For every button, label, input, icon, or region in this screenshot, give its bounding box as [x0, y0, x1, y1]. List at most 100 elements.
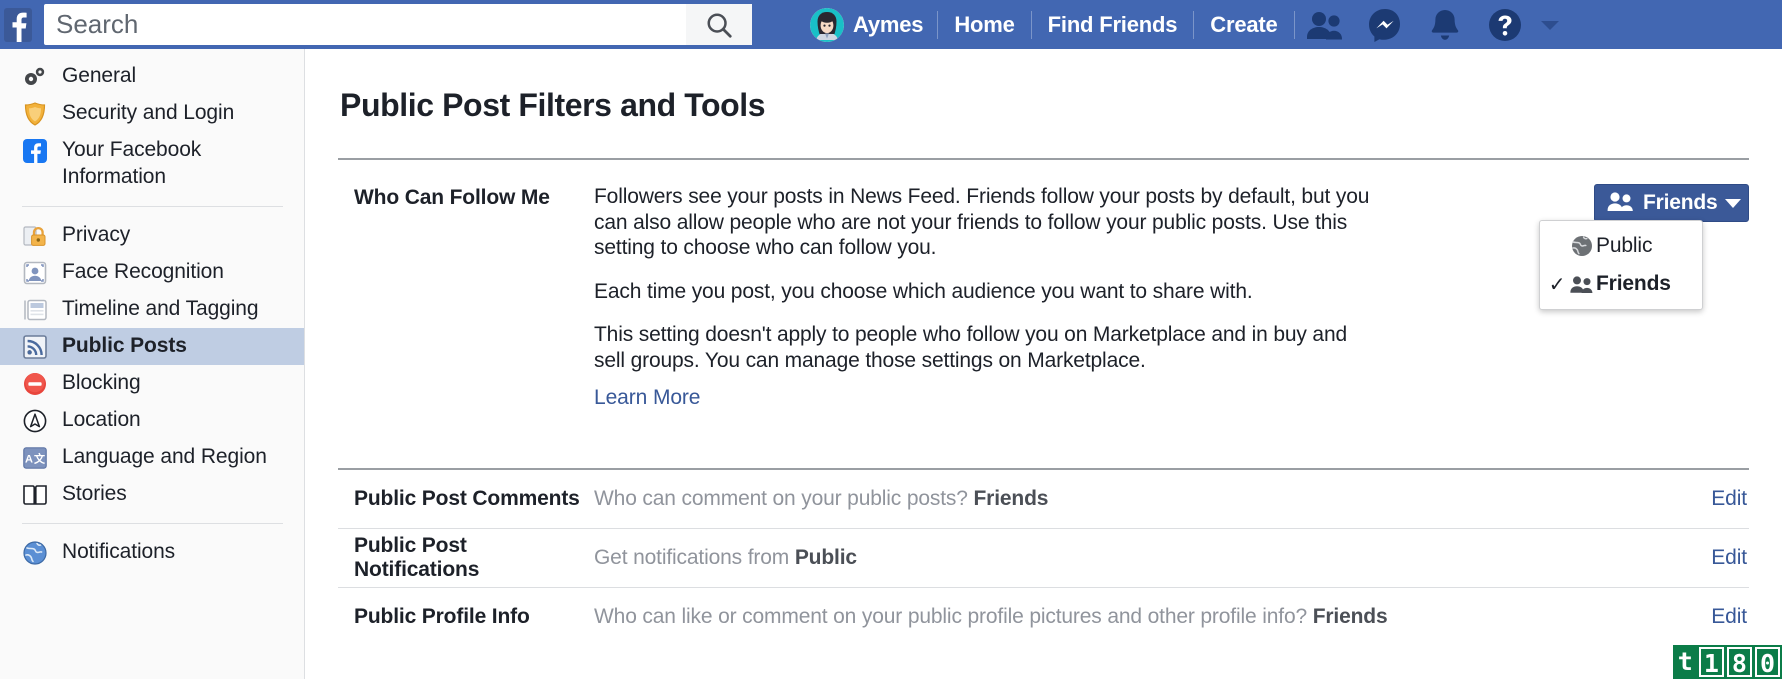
account-caret-icon: [1540, 18, 1560, 32]
account-menu-button[interactable]: [1535, 4, 1565, 45]
follow-paragraph-1: Followers see your posts in News Feed. F…: [594, 184, 1374, 261]
friends-icon: [1607, 191, 1635, 216]
sidebar-item-location-label: Location: [62, 407, 141, 434]
page-body: General Security and Login Your Facebook…: [0, 49, 1782, 679]
svg-text:A: A: [25, 453, 33, 465]
translate-icon: A 文: [22, 445, 48, 471]
audience-dropdown-menu: Public ✓ Friends: [1539, 220, 1703, 310]
help-question-icon: [1488, 8, 1522, 42]
follow-paragraph-2: Each time you post, you choose which aud…: [594, 279, 1374, 305]
timeline-icon: [22, 297, 48, 323]
page-title: Public Post Filters and Tools: [338, 87, 1749, 124]
messenger-icon: [1368, 8, 1402, 42]
nav-link-find-friends-label: Find Friends: [1048, 12, 1178, 38]
nav-link-home[interactable]: Home: [938, 4, 1030, 45]
sidebar-item-your-facebook-information-label: Your Facebook Information: [62, 137, 294, 191]
sidebar-item-timeline-and-tagging-label: Timeline and Tagging: [62, 296, 258, 323]
sidebar-item-privacy[interactable]: Privacy: [0, 217, 304, 254]
sidebar-item-face-recognition[interactable]: Face Recognition: [0, 254, 304, 291]
nav-link-find-friends[interactable]: Find Friends: [1032, 4, 1194, 45]
sidebar-item-language-and-region-label: Language and Region: [62, 444, 267, 471]
public-post-notifications-description: Get notifications from Public: [594, 546, 1691, 570]
public-post-notifications-edit-link[interactable]: Edit: [1691, 546, 1749, 570]
top-navigation-bar: Aymes Home Find Friends Create: [0, 0, 1782, 49]
sidebar-item-blocking[interactable]: Blocking: [0, 365, 304, 402]
watermark-part-2: 1: [1699, 647, 1724, 677]
sidebar-item-public-posts-label: Public Posts: [62, 333, 187, 360]
audience-dropdown-label: Friends: [1643, 191, 1717, 215]
public-post-notifications-label: Public Post Notifications: [338, 534, 594, 582]
sidebar-divider: [22, 523, 283, 524]
notifications-button[interactable]: [1415, 4, 1475, 45]
follow-paragraph-3: This setting doesn't apply to people who…: [594, 322, 1374, 373]
compass-icon: [22, 408, 48, 434]
learn-more-link[interactable]: Learn More: [594, 386, 700, 409]
messenger-button[interactable]: [1355, 4, 1415, 45]
public-post-comments-description: Who can comment on your public posts? Fr…: [594, 487, 1691, 511]
watermark-part-1: t: [1675, 647, 1696, 677]
gears-icon: [22, 64, 48, 90]
sidebar-item-general-label: General: [62, 63, 136, 90]
setting-row-public-post-comments: Public Post Comments Who can comment on …: [338, 470, 1749, 528]
sidebar-item-security-and-login-label: Security and Login: [62, 100, 234, 127]
shield-icon: [22, 101, 48, 127]
sidebar-item-face-recognition-label: Face Recognition: [62, 259, 224, 286]
setting-row-public-post-notifications: Public Post Notifications Get notificati…: [338, 529, 1749, 587]
nav-link-create-label: Create: [1210, 12, 1277, 38]
sidebar-item-notifications-label: Notifications: [62, 539, 175, 566]
audience-dropdown-button[interactable]: Friends: [1594, 184, 1749, 222]
sidebar-item-notifications[interactable]: Notifications: [0, 534, 304, 571]
public-post-comments-label: Public Post Comments: [338, 487, 594, 511]
public-profile-info-desc-value: Friends: [1313, 605, 1388, 628]
chevron-down-icon: [1725, 199, 1741, 208]
audience-option-public[interactable]: Public: [1540, 227, 1702, 265]
facebook-square-icon: [22, 138, 48, 164]
audience-selector: Friends Public: [1539, 184, 1749, 222]
public-profile-info-desc-prefix: Who can like or comment on your public p…: [594, 605, 1313, 628]
help-button[interactable]: [1475, 4, 1535, 45]
public-profile-info-edit-link[interactable]: Edit: [1691, 605, 1749, 629]
audience-option-friends[interactable]: ✓ Friends: [1540, 265, 1702, 303]
search-bar[interactable]: [44, 4, 752, 45]
sidebar-item-location[interactable]: Location: [0, 402, 304, 439]
who-can-follow-me-label: Who Can Follow Me: [338, 184, 594, 410]
audience-option-friends-label: Friends: [1596, 272, 1671, 296]
sidebar-item-language-and-region[interactable]: A 文 Language and Region: [0, 439, 304, 476]
audience-option-public-label: Public: [1596, 234, 1652, 258]
sidebar-item-stories[interactable]: Stories: [0, 476, 304, 513]
check-icon: ✓: [1546, 272, 1568, 297]
who-can-follow-me-row: Who Can Follow Me Followers see your pos…: [338, 160, 1749, 434]
sidebar-item-timeline-and-tagging[interactable]: Timeline and Tagging: [0, 291, 304, 328]
sidebar-item-general[interactable]: General: [0, 58, 304, 95]
search-input[interactable]: [44, 4, 686, 45]
rss-feed-icon: [22, 334, 48, 360]
sidebar-item-stories-label: Stories: [62, 481, 127, 508]
watermark-part-3: 8: [1727, 647, 1752, 677]
sidebar-item-privacy-label: Privacy: [62, 222, 130, 249]
padlock-icon: [22, 223, 48, 249]
nav-profile-link[interactable]: Aymes: [796, 4, 937, 45]
friend-requests-button[interactable]: [1295, 4, 1355, 45]
book-icon: [22, 482, 48, 508]
search-icon: [704, 10, 734, 40]
avatar: [810, 8, 844, 42]
watermark: t 1 8 0: [1673, 645, 1782, 679]
block-icon: [22, 371, 48, 397]
public-profile-info-description: Who can like or comment on your public p…: [594, 605, 1691, 629]
sidebar-item-your-facebook-information[interactable]: Your Facebook Information: [0, 132, 304, 196]
facebook-f-logo[interactable]: [0, 0, 36, 49]
public-post-notifications-desc-prefix: Get notifications from: [594, 546, 795, 569]
sidebar-item-blocking-label: Blocking: [62, 370, 141, 397]
public-post-comments-desc-value: Friends: [974, 487, 1049, 510]
sidebar-item-security-and-login[interactable]: Security and Login: [0, 95, 304, 132]
nav-right-cluster: Aymes Home Find Friends Create: [796, 0, 1782, 49]
notifications-bell-icon: [1429, 8, 1461, 42]
search-button[interactable]: [686, 4, 752, 45]
nav-profile-name: Aymes: [853, 12, 923, 38]
watermark-part-4: 0: [1755, 647, 1780, 677]
who-can-follow-me-body: Followers see your posts in News Feed. F…: [594, 184, 1394, 410]
public-post-comments-edit-link[interactable]: Edit: [1691, 487, 1749, 511]
nav-link-create[interactable]: Create: [1194, 4, 1293, 45]
sidebar-item-public-posts[interactable]: Public Posts: [0, 328, 304, 365]
setting-row-public-profile-info: Public Profile Info Who can like or comm…: [338, 588, 1749, 646]
